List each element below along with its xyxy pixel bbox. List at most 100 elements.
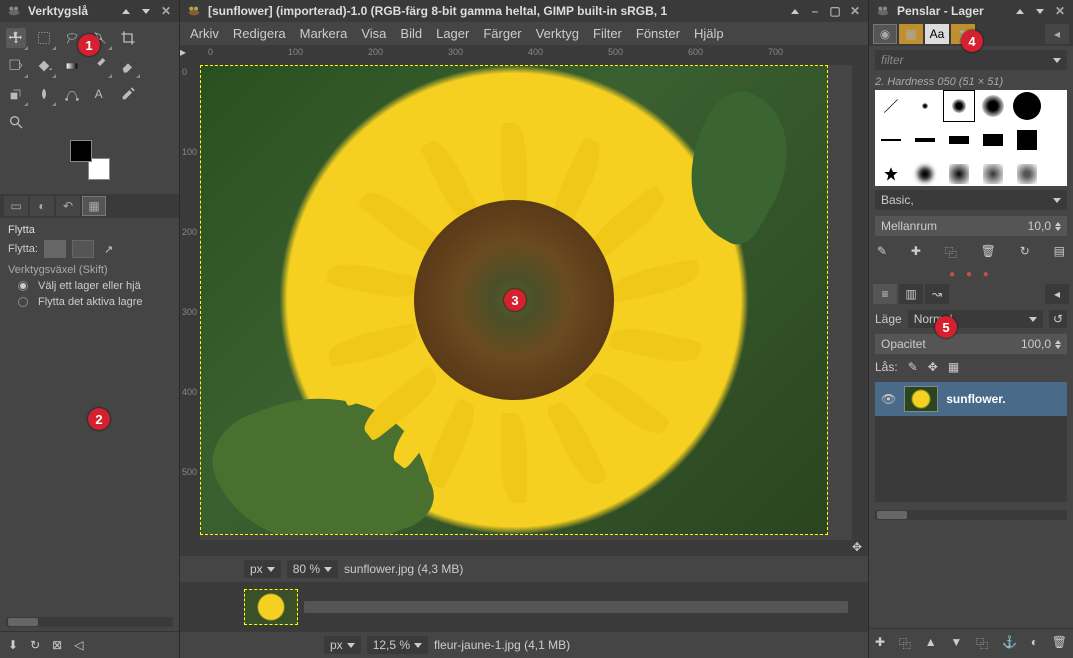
menu-image[interactable]: Bild bbox=[400, 26, 422, 41]
zoom-tool[interactable] bbox=[6, 112, 26, 132]
reset-preset-icon[interactable]: ◁ bbox=[74, 638, 83, 652]
brush-preset-select[interactable]: Basic, bbox=[875, 190, 1067, 210]
minimize-icon[interactable] bbox=[139, 4, 153, 18]
eraser-tool[interactable] bbox=[118, 56, 138, 76]
lower-layer-icon[interactable]: ▼ bbox=[950, 635, 962, 652]
bucket-tool[interactable] bbox=[34, 56, 54, 76]
menu-colors[interactable]: Färger bbox=[483, 26, 521, 41]
scrollbar-vertical[interactable] bbox=[852, 65, 868, 540]
nav-thumbnail[interactable] bbox=[244, 589, 298, 625]
minimize-icon[interactable]: – bbox=[808, 4, 822, 18]
color-picker-tool[interactable] bbox=[118, 84, 138, 104]
tab-menu-icon[interactable]: ◂ bbox=[1045, 284, 1069, 304]
ruler-corner[interactable]: ▸ bbox=[180, 45, 200, 65]
nav-button[interactable]: ✥ bbox=[852, 540, 868, 556]
paintbrush-tool[interactable] bbox=[90, 56, 110, 76]
panel-divider[interactable]: ● ● ● bbox=[869, 267, 1073, 282]
merge-layer-icon[interactable]: ⚓ bbox=[1002, 635, 1017, 652]
menu-view[interactable]: Visa bbox=[361, 26, 386, 41]
gradient-tool[interactable] bbox=[62, 56, 82, 76]
eye-icon[interactable]: 👁 bbox=[881, 392, 896, 406]
raise-layer-icon[interactable]: ▲ bbox=[925, 635, 937, 652]
menu-help[interactable]: Hjälp bbox=[694, 26, 724, 41]
zoom-select[interactable]: 80 % bbox=[287, 560, 338, 578]
fg-color[interactable] bbox=[70, 140, 92, 162]
layer-name[interactable]: sunflower. bbox=[946, 392, 1005, 406]
canvas-viewport[interactable]: document.write(Array.from({length:28},(_… bbox=[200, 65, 852, 540]
mask-layer-icon[interactable]: ◐ bbox=[1031, 635, 1038, 652]
menu-tools[interactable]: Verktyg bbox=[536, 26, 579, 41]
new-group-icon[interactable]: ⿻ bbox=[899, 635, 911, 652]
opacity-slider[interactable]: Opacitet 100,0 bbox=[875, 334, 1067, 354]
maximize-icon[interactable]: ▢ bbox=[828, 4, 842, 18]
menu-file[interactable]: Arkiv bbox=[190, 26, 219, 41]
color-swatch[interactable] bbox=[70, 140, 110, 180]
close-icon[interactable]: ✕ bbox=[159, 4, 173, 18]
new-layer-icon[interactable]: ✚ bbox=[875, 635, 885, 652]
unit-select[interactable]: px bbox=[244, 560, 281, 578]
delete-preset-icon[interactable]: ⊠ bbox=[52, 638, 62, 652]
radio-pick-layer[interactable] bbox=[18, 281, 28, 291]
tab-images[interactable]: ▦ bbox=[82, 196, 106, 216]
del-brush-icon[interactable]: 🗑 bbox=[981, 244, 996, 261]
path-tool[interactable] bbox=[62, 84, 82, 104]
save-preset-icon[interactable]: ⬇ bbox=[8, 638, 18, 652]
ruler-horizontal[interactable]: 0 100 200 300 400 500 600 700 bbox=[200, 45, 868, 65]
collapse-icon[interactable] bbox=[788, 4, 802, 18]
tab-undo[interactable]: ↶ bbox=[56, 196, 80, 216]
close-icon[interactable]: ✕ bbox=[1053, 4, 1067, 18]
layer-item[interactable]: 👁 sunflower. bbox=[875, 382, 1067, 416]
nav-unit-select[interactable]: px bbox=[324, 636, 361, 654]
tab-menu-icon[interactable]: ◂ bbox=[1045, 24, 1069, 44]
mode-reset-icon[interactable]: ↺ bbox=[1049, 310, 1067, 328]
dup-layer-icon[interactable]: ⿻ bbox=[976, 635, 988, 652]
menu-select[interactable]: Markera bbox=[300, 26, 348, 41]
tab-tool-options[interactable]: ▭ bbox=[4, 196, 28, 216]
ruler-vertical[interactable]: 0 100 200 300 400 500 bbox=[180, 65, 200, 540]
menu-filter[interactable]: Filter bbox=[593, 26, 622, 41]
tab-paths[interactable]: ↝ bbox=[925, 284, 949, 304]
lock-alpha-icon[interactable]: ▦ bbox=[948, 360, 959, 374]
nav-scroll[interactable] bbox=[304, 601, 848, 613]
tab-brushes[interactable]: ◉ bbox=[873, 24, 897, 44]
tab-device[interactable]: ◐ bbox=[30, 196, 54, 216]
open-brush-icon[interactable]: ▤ bbox=[1054, 244, 1065, 261]
right-scroll[interactable] bbox=[875, 510, 1067, 520]
move-mode-layer[interactable] bbox=[44, 240, 66, 258]
menu-window[interactable]: Fönster bbox=[636, 26, 680, 41]
lock-pixels-icon[interactable]: ✎ bbox=[908, 360, 918, 374]
nav-zoom-select[interactable]: 12,5 % bbox=[367, 636, 428, 654]
new-brush-icon[interactable]: ✚ bbox=[911, 244, 921, 261]
edit-brush-icon[interactable]: ✎ bbox=[877, 244, 887, 261]
left-scroll[interactable] bbox=[6, 617, 173, 627]
brush-filter[interactable]: filter bbox=[875, 50, 1067, 70]
collapse-icon[interactable] bbox=[119, 4, 133, 18]
move-tool[interactable] bbox=[6, 28, 26, 48]
brush-spacing[interactable]: Mellanrum 10,0 bbox=[875, 216, 1067, 236]
dup-brush-icon[interactable]: ⿻ bbox=[945, 244, 957, 261]
lock-position-icon[interactable]: ✥ bbox=[928, 360, 938, 374]
close-icon[interactable]: ✕ bbox=[848, 4, 862, 18]
move-mode-path[interactable]: ↗ bbox=[104, 243, 113, 256]
tab-layers[interactable]: ≡ bbox=[873, 284, 897, 304]
menu-edit[interactable]: Redigera bbox=[233, 26, 286, 41]
menu-layer[interactable]: Lager bbox=[436, 26, 469, 41]
text-tool[interactable]: A bbox=[90, 84, 110, 104]
collapse-icon[interactable] bbox=[1013, 4, 1027, 18]
tab-patterns[interactable]: ▦ bbox=[899, 24, 923, 44]
restore-preset-icon[interactable]: ↻ bbox=[30, 638, 40, 652]
brush-selected[interactable] bbox=[943, 90, 975, 122]
delete-layer-icon[interactable]: 🗑 bbox=[1052, 635, 1067, 652]
scrollbar-horizontal[interactable] bbox=[200, 540, 852, 556]
minimize-icon[interactable] bbox=[1033, 4, 1047, 18]
clone-tool[interactable] bbox=[6, 84, 26, 104]
transform-tool[interactable] bbox=[6, 56, 26, 76]
radio-move-active[interactable] bbox=[18, 297, 28, 307]
crop-tool[interactable] bbox=[118, 28, 138, 48]
move-mode-selection[interactable] bbox=[72, 240, 94, 258]
tab-fonts[interactable]: Aa bbox=[925, 24, 949, 44]
refresh-brush-icon[interactable]: ↻ bbox=[1020, 244, 1030, 261]
tab-channels[interactable]: ▥ bbox=[899, 284, 923, 304]
rect-select-tool[interactable] bbox=[34, 28, 54, 48]
smudge-tool[interactable] bbox=[34, 84, 54, 104]
